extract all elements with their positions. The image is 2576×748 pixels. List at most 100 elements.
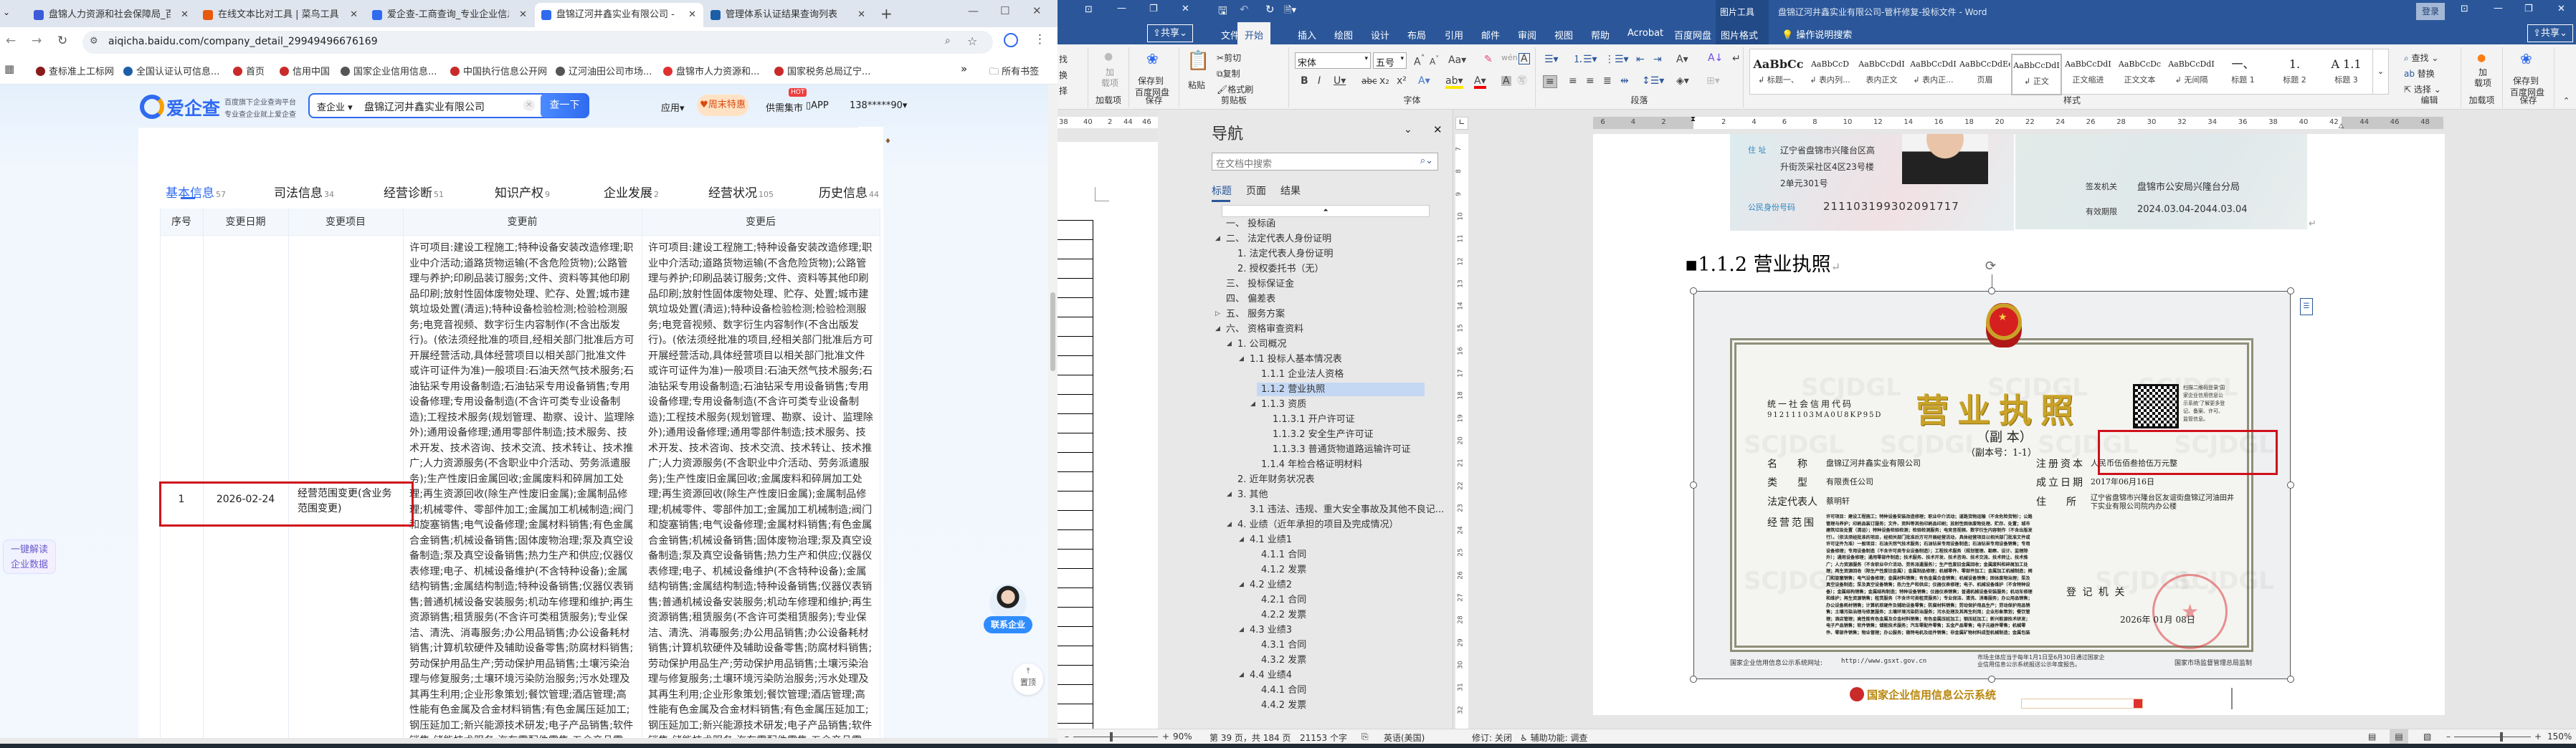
clear-formatting-icon[interactable]: ✎ xyxy=(1484,54,1493,64)
ribbon-display-icon[interactable]: ⊡ xyxy=(1085,4,1093,15)
star-icon[interactable]: ☆ xyxy=(967,34,977,48)
resize-handle[interactable] xyxy=(1988,676,1995,683)
vip-icon[interactable]: ♦ xyxy=(885,138,891,145)
aiqicha-logo[interactable]: 爱企查 xyxy=(166,95,220,120)
style-2[interactable]: AaBbCcDdI 表内正文 xyxy=(1856,54,1907,95)
company-tab-6[interactable]: 历史信息 44 xyxy=(819,183,879,201)
nav-options-icon[interactable]: ⌄ xyxy=(1404,124,1412,135)
tree-toggle-icon[interactable]: ◢ xyxy=(1239,668,1244,682)
company-tab-5[interactable]: 经营状况 105 xyxy=(708,183,774,201)
nav-tab-2[interactable]: 结果 xyxy=(1280,183,1301,198)
tab-1[interactable]: 开始 xyxy=(1237,22,1271,44)
tree-toggle-icon[interactable]: ◢ xyxy=(1239,578,1244,592)
tree-toggle-icon[interactable]: ◢ xyxy=(1239,533,1244,547)
layout-options-icon[interactable]: ☰ xyxy=(2300,298,2313,315)
app-link[interactable]: ▯APP xyxy=(806,100,829,111)
redo-icon[interactable]: ↻ xyxy=(1265,3,1275,16)
collapse-ribbon-icon[interactable]: ⌃ xyxy=(2563,96,2570,105)
tab-close-icon[interactable]: ✕ xyxy=(347,3,358,27)
underline-icon[interactable]: U▾ xyxy=(1334,76,1346,86)
scrollbar-thumb[interactable] xyxy=(1050,292,1055,371)
superscript-icon[interactable]: x² xyxy=(1397,76,1407,86)
browser-tab[interactable]: 管理体系认证结果查询列表 ✕ xyxy=(704,3,873,27)
style-4[interactable]: AaBbCcDdEe 页眉 xyxy=(1959,54,2010,95)
nav-item[interactable]: 三、 投标保证金 xyxy=(1226,277,1294,291)
tab-5[interactable]: 布局 xyxy=(1407,28,1426,42)
bookmark-item[interactable]: 查标准上工标网 xyxy=(36,64,114,77)
resize-handle[interactable] xyxy=(1690,676,1697,683)
minimize-icon[interactable]: — xyxy=(968,4,979,17)
restore-icon[interactable]: ❐ xyxy=(2524,4,2533,14)
italic-icon[interactable]: I xyxy=(1318,76,1321,86)
shrink-font-icon[interactable]: A˅ xyxy=(1430,56,1439,67)
url-text[interactable]: aiqicha.baidu.com/company_detail_2994949… xyxy=(108,36,378,47)
char-shading-icon[interactable]: A xyxy=(1501,76,1511,86)
font-name-select[interactable]: 宋体 ▾ xyxy=(1295,52,1371,69)
style-0[interactable]: AaBbCc ↲ 标题一、 xyxy=(1753,54,1804,95)
select-partial[interactable]: 择 xyxy=(1059,85,1068,97)
nav-item[interactable]: 四、 偏差表 xyxy=(1226,292,1275,306)
tab-close-icon[interactable]: ✕ xyxy=(516,3,527,27)
nav-item[interactable]: 4.2 业绩2 xyxy=(1250,578,1292,592)
page-count[interactable]: 第 39 页，共 184 页 xyxy=(1209,732,1291,744)
style-3[interactable]: AaBbCcDdI ↲ 表内正... xyxy=(1908,54,1959,95)
paste-button[interactable]: 粘贴 xyxy=(1188,79,1205,91)
ai-interpret-button[interactable]: 一键解读 企业数据 xyxy=(3,540,56,574)
bold-icon[interactable]: B xyxy=(1301,76,1308,86)
nav-item[interactable]: 1.1.2 营业执照 xyxy=(1257,383,1425,396)
zoom-out-button[interactable]: – xyxy=(1065,732,1069,742)
styles-more-button[interactable]: ⌄ xyxy=(2372,49,2388,94)
style-8[interactable]: AaBbCcDdI ↲ 无间隔 xyxy=(2166,54,2217,95)
nav-item[interactable]: 4.3.2 发票 xyxy=(1261,653,1306,667)
ribbon-display-icon[interactable]: ⊡ xyxy=(2461,4,2468,14)
market-link[interactable]: 供需集市 xyxy=(766,100,803,114)
browser-tab[interactable]: 在线文本比对工具 | 菜鸟工具 ✕ xyxy=(196,3,365,27)
zoom-level[interactable]: 150% xyxy=(2547,732,2572,742)
tab-close-icon[interactable]: ✕ xyxy=(685,3,696,27)
contact-company-button[interactable]: 联系企业 xyxy=(984,616,1032,633)
back-to-top-button[interactable]: ⤒ 置顶 xyxy=(1013,663,1043,695)
share-button[interactable]: ⇪共享⌄ xyxy=(1147,24,1193,42)
right-indent-marker[interactable]: △ xyxy=(2339,123,2344,130)
nav-item[interactable]: 2. 近年财务状况表 xyxy=(1237,473,1315,486)
tree-toggle-icon[interactable]: ◢ xyxy=(1227,337,1232,351)
bookmark-item[interactable]: 首页 xyxy=(233,64,265,77)
accessibility-status[interactable]: ♿ 辅助功能: 调查 xyxy=(1520,732,1587,744)
bookmark-item[interactable]: 辽河油田公司市场... xyxy=(556,64,652,77)
text-effects-icon[interactable]: A▾ xyxy=(1418,76,1430,86)
business-license-image[interactable]: SCJDGLSCJDGLSCJDGLSCJDGLSCJDGLSCJDGLSCJD… xyxy=(1693,291,2291,679)
nav-item[interactable]: 1.1.3.1 开户许可证 xyxy=(1273,413,1355,426)
nav-item[interactable]: 一、 投标函 xyxy=(1226,217,1275,231)
tree-toggle-icon[interactable]: ◢ xyxy=(1227,488,1232,502)
nav-item[interactable]: 4.1.2 发票 xyxy=(1261,563,1306,577)
align-left-icon[interactable]: ≡ xyxy=(1543,75,1557,88)
nav-item[interactable]: 4.2.2 发票 xyxy=(1261,608,1306,622)
clear-icon[interactable]: × xyxy=(523,100,535,111)
share-button[interactable]: ⇪共享⌄ xyxy=(2527,24,2573,42)
track-changes-status[interactable]: 修订: 关闭 xyxy=(1472,732,1512,744)
tab-6[interactable]: 引用 xyxy=(1445,28,1463,42)
tab-picture-format[interactable]: 图片格式 xyxy=(1721,28,1758,42)
nav-item[interactable]: 1.1.3.3 普通货物道路运输许可证 xyxy=(1273,443,1411,456)
company-tab-4[interactable]: 企业发展 2 xyxy=(604,183,659,201)
tree-toggle-icon[interactable]: ◢ xyxy=(1215,322,1220,336)
word-count[interactable]: 21153 个字 xyxy=(1300,732,1347,744)
tab-12[interactable]: 百度网盘 xyxy=(1674,28,1711,42)
resize-handle[interactable] xyxy=(1988,287,1995,294)
bookmark-item[interactable]: 信用中国 xyxy=(280,64,330,77)
highlight-icon[interactable]: ab▾ xyxy=(1445,76,1463,89)
zoom-slider-thumb[interactable] xyxy=(2500,732,2504,742)
nav-tab-1[interactable]: 页面 xyxy=(1246,183,1266,198)
browser-tab[interactable]: 盘锦辽河井鑫实业有限公司 - 爱企查 ✕ xyxy=(535,3,703,27)
nav-tab-0[interactable]: 标题 xyxy=(1212,183,1232,198)
resize-handle[interactable] xyxy=(1690,287,1697,294)
url-input[interactable]: ⚙ aiqicha.baidu.com/company_detail_29949… xyxy=(82,31,993,54)
find-button[interactable]: ⌕ 查找 ⌄ xyxy=(2404,52,2438,64)
nav-item[interactable]: 六、 资格审查资料 xyxy=(1226,322,1303,336)
user-menu[interactable]: 138*****90▾ xyxy=(850,100,907,111)
reload-icon[interactable]: ↻ xyxy=(57,34,67,48)
zoom-icon[interactable]: ⌕ xyxy=(945,35,951,47)
show-marks-icon[interactable]: ↵ xyxy=(1732,54,1741,64)
style-10[interactable]: 1. 标题 2 xyxy=(2269,54,2320,95)
tree-toggle-icon[interactable]: ◢ xyxy=(1215,232,1220,246)
